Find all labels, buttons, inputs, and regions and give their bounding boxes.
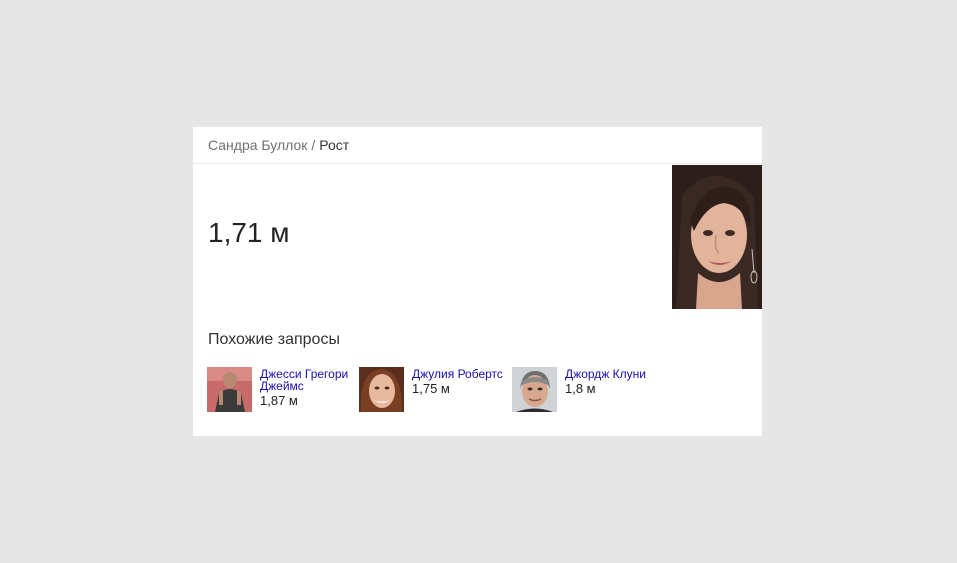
related-searches-title: Похожие запросы	[208, 331, 340, 348]
person-thumbnail-icon[interactable]	[207, 367, 252, 412]
person-portrait-icon[interactable]	[672, 165, 762, 309]
breadcrumb-person[interactable]: Сандра Буллок	[208, 137, 307, 153]
person-thumbnail-icon[interactable]	[359, 367, 404, 412]
breadcrumb-attribute: Рост	[319, 137, 350, 153]
related-item[interactable]: Джесси Грегори Джеймс 1,87 м	[207, 367, 357, 423]
knowledge-card: Сандра Буллок / Рост 1,71 м Похожие запрос…	[193, 127, 762, 436]
breadcrumb: Сандра Буллок / Рост	[193, 127, 762, 164]
related-searches-list: Джесси Грегори Джеймс 1,87 м Джулия Робе…	[207, 367, 752, 423]
related-item-value: 1,8 м	[565, 381, 596, 396]
answer-value: 1,71 м	[208, 217, 290, 248]
person-thumbnail-icon[interactable]	[512, 367, 557, 412]
related-item-name[interactable]: Джесси Грегори Джеймс	[260, 367, 355, 392]
related-item-text: Джесси Грегори Джеймс 1,87 м	[260, 367, 355, 409]
breadcrumb-separator: /	[311, 137, 316, 153]
related-item[interactable]: Джулия Робертс 1,75 м	[359, 367, 509, 423]
related-item-text: Джордж Клуни 1,8 м	[565, 367, 660, 397]
related-item-name[interactable]: Джулия Робертс	[412, 367, 507, 380]
related-item-name[interactable]: Джордж Клуни	[565, 367, 660, 380]
related-item-value: 1,87 м	[260, 393, 298, 408]
related-item-value: 1,75 м	[412, 381, 450, 396]
related-item[interactable]: Джордж Клуни 1,8 м	[512, 367, 662, 423]
related-item-text: Джулия Робертс 1,75 м	[412, 367, 507, 397]
